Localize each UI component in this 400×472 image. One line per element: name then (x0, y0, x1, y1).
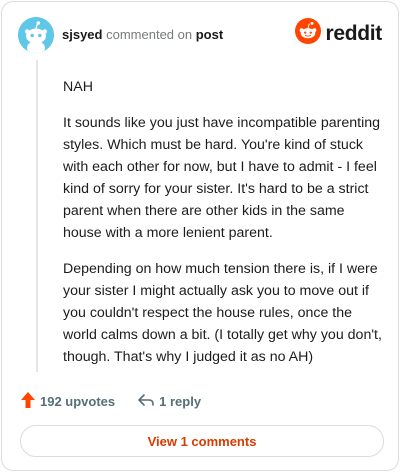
comment-paragraph: It sounds like you just have incompatibl… (63, 115, 381, 241)
username-link[interactable]: sjsyed (62, 27, 102, 42)
comment-actions: 192 upvotes 1 reply (20, 390, 223, 412)
reddit-brand[interactable]: reddit (295, 18, 382, 49)
thread-line[interactable] (36, 60, 38, 372)
comment-paragraph: NAH (63, 79, 93, 95)
upvote-count: 192 upvotes (40, 393, 116, 409)
view-comments-button[interactable]: View 1 comments (20, 425, 384, 457)
comment-body: NAH It sounds like you just have incompa… (63, 76, 383, 382)
upvote-button[interactable]: 192 upvotes (20, 391, 115, 412)
comment-card: sjsyed commented on post reddit NAH It s… (1, 1, 399, 471)
post-link[interactable]: post (196, 27, 223, 42)
comment-paragraph: Depending on how much tension there is, … (63, 261, 382, 365)
upvote-arrow-icon (20, 391, 36, 412)
action-text: commented on (106, 27, 193, 42)
brand-name: reddit (325, 21, 382, 45)
reply-arrow-icon (137, 392, 155, 411)
reply-count: 1 reply (159, 393, 202, 409)
reddit-logo-icon (295, 18, 322, 49)
comment-header: sjsyed commented on post reddit (18, 16, 382, 54)
snoo-avatar-icon[interactable] (18, 17, 54, 53)
reply-button[interactable]: 1 reply (137, 392, 201, 411)
comment-byline: sjsyed commented on post (62, 27, 223, 43)
